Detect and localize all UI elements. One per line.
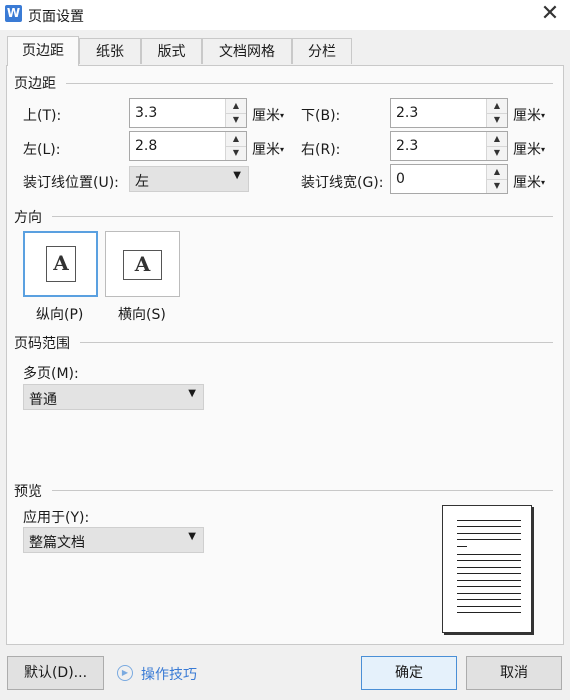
margins-section-title: 页边距 <box>14 76 56 92</box>
tab-columns[interactable]: 分栏 <box>292 38 352 64</box>
apply-to-label: 应用于(Y): <box>23 510 90 526</box>
multiple-pages-label: 多页(M): <box>23 366 79 382</box>
tab-layout[interactable]: 版式 <box>141 38 202 64</box>
right-margin-value: 2.3 <box>396 138 419 154</box>
bottom-margin-input[interactable]: 2.3 ▲ ▼ <box>390 98 508 128</box>
multiple-pages-value: 普通 <box>29 392 57 408</box>
landscape-option[interactable]: A <box>105 231 180 297</box>
right-unit-dropdown[interactable]: 厘米▾ <box>513 139 545 159</box>
title-bar <box>0 0 570 30</box>
divider <box>80 342 553 343</box>
ok-button[interactable]: 确定 <box>361 656 457 690</box>
bottom-margin-label: 下(B): <box>301 108 341 124</box>
spin-up-icon[interactable]: ▲ <box>226 99 246 114</box>
spin-down-icon[interactable]: ▼ <box>226 146 246 160</box>
chevron-down-icon: ▼ <box>188 531 196 542</box>
wps-app-icon: W <box>5 5 22 22</box>
spin-up-icon[interactable]: ▲ <box>487 132 507 147</box>
bottom-margin-value: 2.3 <box>396 105 419 121</box>
tab-doc-grid[interactable]: 文档网格 <box>202 38 292 64</box>
right-margin-input[interactable]: 2.3 ▲ ▼ <box>390 131 508 161</box>
gutter-width-value: 0 <box>396 171 405 187</box>
landscape-page-icon: A <box>123 250 162 280</box>
tips-link[interactable]: 操作技巧 <box>141 664 197 684</box>
cancel-button[interactable]: 取消 <box>466 656 562 690</box>
right-margin-label: 右(R): <box>301 142 341 158</box>
gutter-unit-dropdown[interactable]: 厘米▾ <box>513 172 545 192</box>
page-preview <box>442 505 532 633</box>
bottom-unit-dropdown[interactable]: 厘米▾ <box>513 105 545 125</box>
landscape-label: 横向(S) <box>118 307 166 323</box>
divider <box>52 216 553 217</box>
chevron-down-icon: ▼ <box>233 170 241 181</box>
spin-up-icon[interactable]: ▲ <box>487 99 507 114</box>
top-unit-dropdown[interactable]: 厘米▾ <box>252 105 284 125</box>
preview-section-title: 预览 <box>14 484 42 500</box>
close-icon[interactable]: ✕ <box>538 2 562 26</box>
tab-paper[interactable]: 纸张 <box>79 38 141 64</box>
left-margin-input[interactable]: 2.8 ▲ ▼ <box>129 131 247 161</box>
default-button[interactable]: 默认(D)... <box>7 656 104 690</box>
orientation-section-title: 方向 <box>14 210 42 226</box>
top-margin-input[interactable]: 3.3 ▲ ▼ <box>129 98 247 128</box>
tab-margins[interactable]: 页边距 <box>7 36 79 66</box>
left-margin-label: 左(L): <box>23 142 61 158</box>
left-margin-value: 2.8 <box>135 138 158 154</box>
spin-up-icon[interactable]: ▲ <box>487 165 507 180</box>
page-range-section-title: 页码范围 <box>14 336 70 352</box>
top-margin-label: 上(T): <box>23 108 62 124</box>
spin-down-icon[interactable]: ▼ <box>487 113 507 127</box>
gutter-width-label: 装订线宽(G): <box>301 175 384 191</box>
portrait-option[interactable]: A <box>23 231 98 297</box>
left-unit-dropdown[interactable]: 厘米▾ <box>252 139 284 159</box>
portrait-page-icon: A <box>46 246 76 282</box>
chevron-down-icon: ▼ <box>188 388 196 399</box>
spin-down-icon[interactable]: ▼ <box>487 146 507 160</box>
window-title: 页面设置 <box>28 9 84 25</box>
divider <box>52 490 553 491</box>
play-circle-icon[interactable]: ▶ <box>117 665 133 681</box>
gutter-position-value: 左 <box>135 174 149 190</box>
gutter-position-select[interactable]: 左 ▼ <box>129 166 249 192</box>
multiple-pages-select[interactable]: 普通 ▼ <box>23 384 204 410</box>
spin-down-icon[interactable]: ▼ <box>487 179 507 193</box>
apply-to-select[interactable]: 整篇文档 ▼ <box>23 527 204 553</box>
divider <box>66 83 553 84</box>
gutter-width-input[interactable]: 0 ▲ ▼ <box>390 164 508 194</box>
spin-up-icon[interactable]: ▲ <box>226 132 246 147</box>
portrait-label: 纵向(P) <box>36 307 84 323</box>
gutter-position-label: 装订线位置(U): <box>23 175 119 191</box>
top-margin-value: 3.3 <box>135 105 158 121</box>
spin-down-icon[interactable]: ▼ <box>226 113 246 127</box>
apply-to-value: 整篇文档 <box>29 535 85 551</box>
